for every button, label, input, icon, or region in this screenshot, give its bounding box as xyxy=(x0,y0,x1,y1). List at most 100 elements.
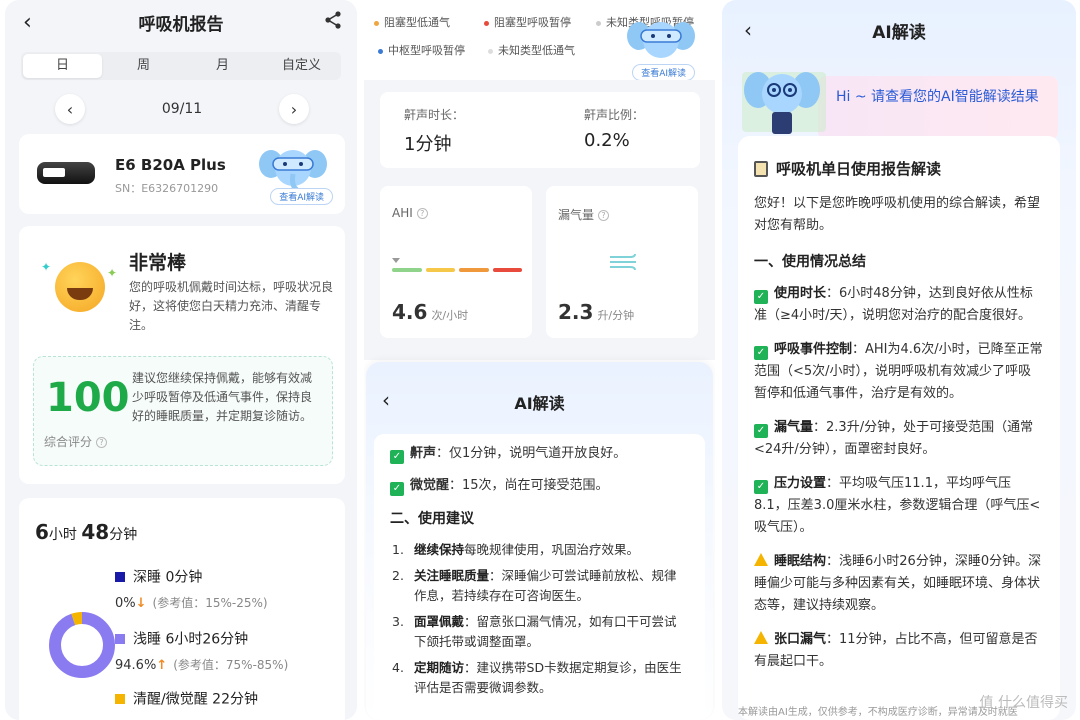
sparkle-icon: ✦ xyxy=(107,266,118,280)
help-icon[interactable]: ? xyxy=(96,437,108,448)
sheet-content: ✓ 鼾声：仅1分钟，说明气道开放良好。 ✓ 微觉醒：15次，尚在可接受范围。 二、使… xyxy=(374,434,705,720)
tab-month[interactable]: 月 xyxy=(183,52,262,80)
elephant-mascot-icon xyxy=(742,72,826,134)
stage-deep-pct: 0%↓ (参考值：15%-25%) xyxy=(115,596,268,611)
device-name: E6 B20A Plus xyxy=(115,156,226,174)
advice-item: 4. 定期随访：建议携带SD卡数据定期复诊，由医生评估是否需要微调参数。 xyxy=(392,660,682,695)
next-date-button[interactable]: › xyxy=(278,94,309,124)
tab-day[interactable]: 日 xyxy=(23,54,102,78)
legend-item: 未知类型低通气 xyxy=(488,42,575,58)
greeting-text: Hi ~ 请查看您的AI智能解读结果 xyxy=(836,89,1039,105)
snore-time-label: 鼾声时长： xyxy=(404,108,465,122)
result-line: ✓ 微觉醒：15次，尚在可接受范围。 xyxy=(390,476,689,496)
summary-item: ✓ 漏气量：2.3升/分钟，处于可接受范围（通常<24升/分钟），面罩密封良好。 xyxy=(754,420,1034,457)
snore-ratio-label: 鼾声比例： xyxy=(584,108,645,122)
check-icon: ✓ xyxy=(390,482,404,496)
ahi-card: AHI? 4.6 次/小时 xyxy=(380,186,532,338)
legend-item: 阻塞型呼吸暂停 xyxy=(484,14,571,30)
stage-awake: 清醒/微觉醒 22分钟 xyxy=(115,688,258,709)
prev-date-button[interactable]: ‹ xyxy=(55,94,85,124)
report-card: 呼吸机单日使用报告解读 您好！以下是您昨晚呼吸机使用的综合解读，希望对您有帮助。… xyxy=(738,136,1060,720)
elephant-mascot-icon xyxy=(627,22,695,58)
check-icon: ✓ xyxy=(754,424,768,438)
device-card[interactable]: E6 B20A Plus SN：E6326701290 查看AI解读 xyxy=(19,134,345,214)
view-ai-interpretation-button[interactable]: 查看AI解读 xyxy=(632,64,695,81)
advice-item: 3. 面罩佩戴：留意张口漏气情况，如有口干可尝试下颌托带或调整面罩。 xyxy=(392,614,677,649)
wind-icon xyxy=(610,253,636,271)
date-navigator: ‹ 09/11 › xyxy=(55,94,309,124)
intro-text: 您好！以下是您昨晚呼吸机使用的综合解读，希望对您有帮助。 xyxy=(754,196,1041,233)
arrow-up-icon: ↑ xyxy=(156,658,168,673)
donut-slice xyxy=(49,612,115,678)
stage-light: 浅睡 6小时26分钟 xyxy=(115,628,248,649)
legend-swatch xyxy=(115,571,125,582)
warning-icon xyxy=(754,553,768,566)
result-line: ✓ 鼾声：仅1分钟，说明气道开放良好。 xyxy=(390,444,689,464)
score-label: 综合评分? xyxy=(44,433,108,450)
verdict-description: 您的呼吸机佩戴时间达标，呼吸状况良好，这将使您白天精力充沛、清醒专注。 xyxy=(129,280,334,332)
period-tabs: 日 周 月 自定义 xyxy=(21,52,341,80)
section-title: 一、使用情况总结 xyxy=(754,254,866,270)
summary-item: ✓ 呼吸事件控制：AHI为4.6次/小时，已降至正常范围（<5次/小时），说明呼吸… xyxy=(754,342,1043,401)
legend-swatch xyxy=(115,633,125,644)
ahi-severity-bar xyxy=(392,268,522,272)
watermark: 值 什么值得买 xyxy=(979,695,1068,711)
sleep-stage-donut xyxy=(49,612,115,678)
sleep-card: 6小时 48分钟 深睡 0分钟 0%↓ (参考值：15%-25%) 浅睡 6小时2… xyxy=(19,498,345,720)
overall-score: 100 xyxy=(46,375,130,421)
check-icon: ✓ xyxy=(754,480,768,494)
sparkle-icon: ✦ xyxy=(41,260,52,274)
back-icon[interactable]: ‹ xyxy=(23,10,32,35)
chevron-right-icon: › xyxy=(290,99,298,119)
score-advice: 建议您继续保持佩戴，能够有效减少呼吸暂停及低通气事件，保持良好的睡眠质量，并定期… xyxy=(132,371,313,423)
total-sleep-time: 6小时 48分钟 xyxy=(35,520,138,544)
greeting-banner: Hi ~ 请查看您的AI智能解读结果 xyxy=(818,76,1058,140)
ai-interpretation-panel-3: ‹ AI解读 Hi ~ 请查看您的AI智能解读结果 呼吸机单日使用报告解读 您好… xyxy=(722,0,1076,720)
advice-item: 1. 继续保持每晚规律使用，巩固治疗效果。 xyxy=(392,542,640,557)
indicator-triangle-icon xyxy=(392,258,400,263)
clipboard-icon xyxy=(754,161,768,177)
check-icon: ✓ xyxy=(390,450,404,464)
score-card: ✦ ✦ 非常棒 您的呼吸机佩戴时间达标，呼吸状况良好，这将使您白天精力充沛、清醒… xyxy=(19,226,345,484)
page-title: 呼吸机报告 xyxy=(138,14,224,35)
view-ai-interpretation-button[interactable]: 查看AI解读 xyxy=(270,188,333,205)
chevron-left-icon: ‹ xyxy=(66,99,74,119)
sheet-title: AI解读 xyxy=(514,394,565,413)
help-icon[interactable]: ? xyxy=(598,210,610,221)
legend-swatch xyxy=(115,693,125,704)
verdict-title: 非常棒 xyxy=(129,252,187,274)
check-icon: ✓ xyxy=(754,290,768,304)
current-date: 09/11 xyxy=(161,101,203,117)
summary-item: 睡眠结构：浅睡6小时26分钟，深睡0分钟。深睡偏少可能与多种因素有关，如睡眠环境… xyxy=(754,553,1042,613)
ahi-value: 4.6 次/小时 xyxy=(392,300,469,324)
ai-interpretation-sheet: ‹ AI解读 ✓ 鼾声：仅1分钟，说明气道开放良好。 ✓ 微觉醒：15次，尚在可接受… xyxy=(366,362,713,720)
ahi-label: AHI? xyxy=(392,206,428,220)
summary-item: 张口漏气：11分钟，占比不高，但可留意是否有晨起口干。 xyxy=(754,631,1038,669)
disclaimer: 本解读由AI生成，仅供参考，不构成医疗诊断，异常请及时就医 xyxy=(738,707,1018,718)
report-title: 呼吸机单日使用报告解读 xyxy=(754,158,1044,179)
summary-item: ✓ 压力设置：平均吸气压11.1，平均呼气压8.1，压差3.0厘米水柱，参数逻辑合… xyxy=(754,476,1041,535)
summary-item: ✓ 使用时长：6小时48分钟，达到良好依从性标准（≥4小时/天），说明您对治疗的配… xyxy=(754,286,1033,323)
score-box: 100 综合评分? 建议您继续保持佩戴，能够有效减少呼吸暂停及低通气事件，保持良… xyxy=(33,356,333,466)
happy-face-icon xyxy=(55,262,105,312)
snore-ratio-value: 0.2% xyxy=(584,130,630,151)
stage-deep: 深睡 0分钟 xyxy=(115,566,202,587)
tab-week[interactable]: 周 xyxy=(104,52,183,80)
snore-card: 鼾声时长： 1分钟 鼾声比例： 0.2% xyxy=(380,92,700,168)
header: ‹ 呼吸机报告 xyxy=(5,0,357,44)
device-image xyxy=(37,162,95,184)
stage-light-pct: 94.6%↑ (参考值：75%-85%) xyxy=(115,658,289,673)
leak-card: 漏气量? 2.3 升/分钟 xyxy=(546,186,698,338)
leak-value: 2.3 升/分钟 xyxy=(558,300,635,324)
warning-icon xyxy=(754,631,768,644)
share-icon[interactable] xyxy=(323,10,343,34)
advice-item: 2. 关注睡眠质量：深睡偏少可尝试睡前放松、规律作息，若持续存在可咨询医生。 xyxy=(392,568,677,603)
tab-custom[interactable]: 自定义 xyxy=(262,52,341,80)
section-title: 二、使用建议 xyxy=(390,511,474,527)
page-title: AI解读 xyxy=(872,23,926,43)
legend-item: 中枢型呼吸暂停 xyxy=(378,42,465,58)
report-panel: ‹ 呼吸机报告 日 周 月 自定义 ‹ 09/11 › E6 B20A Plus… xyxy=(5,0,357,720)
help-icon[interactable]: ? xyxy=(416,208,428,219)
check-icon: ✓ xyxy=(754,346,768,360)
snore-time-value: 1分钟 xyxy=(404,134,452,155)
